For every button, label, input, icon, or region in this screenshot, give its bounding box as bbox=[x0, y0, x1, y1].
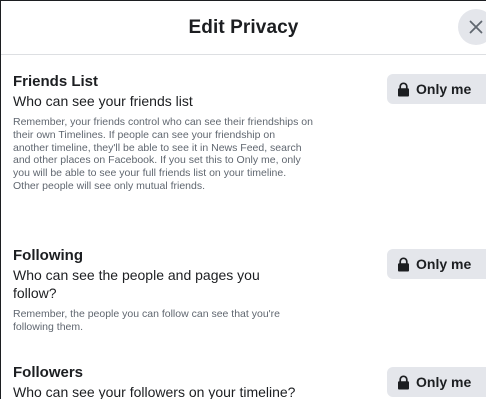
following-privacy-button[interactable]: Only me bbox=[387, 249, 486, 279]
close-button[interactable] bbox=[458, 9, 486, 45]
privacy-button-label: Only me bbox=[416, 374, 472, 390]
lock-icon bbox=[398, 257, 409, 271]
privacy-button-label: Only me bbox=[416, 81, 472, 97]
close-icon bbox=[469, 20, 483, 34]
dialog-header: Edit Privacy bbox=[1, 1, 486, 55]
section-subtitle: Who can see your followers on your timel… bbox=[13, 384, 296, 399]
friends-list-privacy-button[interactable]: Only me bbox=[387, 74, 486, 104]
lock-icon bbox=[398, 375, 409, 389]
followers-privacy-button[interactable]: Only me bbox=[387, 367, 486, 397]
section-subtitle: Who can see the people and pages you fol… bbox=[13, 267, 260, 301]
edit-privacy-dialog: Edit Privacy Friends List Who can see yo… bbox=[0, 0, 486, 399]
lock-icon bbox=[398, 82, 409, 96]
section-subtitle: Who can see your friends list bbox=[13, 93, 193, 109]
section-description: Remember, the people you can follow can … bbox=[13, 308, 280, 333]
privacy-button-label: Only me bbox=[416, 256, 472, 272]
dialog-title: Edit Privacy bbox=[188, 17, 299, 38]
section-description: Remember, your friends control who can s… bbox=[13, 116, 313, 192]
